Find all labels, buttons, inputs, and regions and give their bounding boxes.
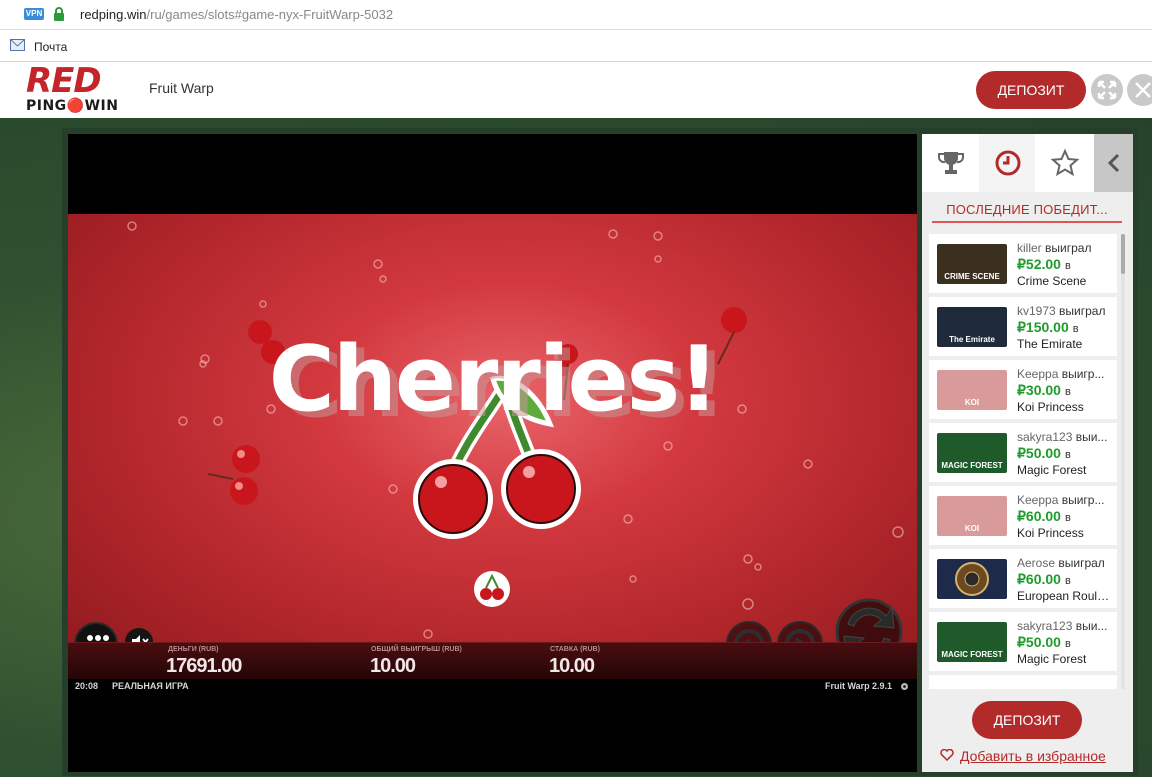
- deposit-button-panel[interactable]: ДЕПОЗИТ: [972, 701, 1082, 739]
- winner-game: Magic Forest: [1017, 652, 1087, 666]
- deposit-button[interactable]: ДЕПОЗИТ: [976, 71, 1086, 109]
- winner-amount: ₽50.00 в: [1017, 445, 1071, 461]
- winner-item[interactable]: KOI Keeppa выигр... ₽60.00 в Koi Princess: [929, 486, 1117, 545]
- browser-address-bar: VPN redping.win/ru/games/slots#game-nyx-…: [0, 0, 1152, 30]
- add-favorite-label: Добавить в избранное: [960, 748, 1106, 764]
- trophy-icon: [938, 152, 964, 174]
- thumb-label: MAGIC FOREST: [941, 461, 1003, 470]
- settings-icon[interactable]: [900, 682, 909, 691]
- thumb-label: MAGIC FOREST: [941, 650, 1003, 659]
- close-icon: [1135, 82, 1151, 98]
- thumb-label: KOI: [964, 398, 980, 407]
- winner-amount: ₽30.00 в: [1017, 382, 1071, 398]
- game-title: Fruit Warp: [149, 80, 214, 96]
- logo-sub-text: PING🔴WIN: [26, 98, 119, 114]
- winner-user: Keeppa выигр...: [1017, 493, 1105, 507]
- url-path: /ru/games/slots#game-nyx-FruitWarp-5032: [146, 7, 394, 22]
- thumb-label: KOI: [964, 524, 980, 533]
- panel-tabs: [922, 134, 1133, 192]
- winner-user: sakyra123 выи...: [1017, 619, 1108, 633]
- game-stage: Cherries!: [68, 214, 917, 679]
- tab-top-wins[interactable]: [922, 134, 978, 192]
- money-label: ДЕНЬГИ (RUB): [168, 646, 219, 653]
- thumb-label: The Emirate: [949, 335, 995, 344]
- winners-list: CRIME SCENE killer выиграл ₽52.00 в Crime…: [929, 234, 1117, 689]
- logo-red-text: RED: [26, 61, 102, 101]
- winner-user: killer выиграл: [1017, 241, 1092, 255]
- game-thumbnail: MAGIC FOREST: [937, 433, 1007, 473]
- winner-user: kv1973 выиграл: [1017, 304, 1106, 318]
- thumb-label: CRIME SCENE: [944, 272, 1000, 281]
- recent-winners-title: ПОСЛЕДНИЕ ПОБЕДИТ...: [932, 202, 1122, 223]
- vpn-badge[interactable]: VPN: [24, 8, 44, 20]
- bet-label: СТАВКА (RUB): [550, 646, 600, 653]
- game-clock: 20:08: [75, 681, 99, 691]
- clock-icon: [995, 150, 1021, 176]
- spin-icon: [837, 600, 838, 601]
- bubbles-decoration: [127, 221, 904, 666]
- winner-game: Koi Princess: [1017, 400, 1084, 414]
- game-mode: РЕАЛЬНАЯ ИГРА: [112, 681, 189, 691]
- logo[interactable]: RED PING🔴WIN: [24, 64, 124, 118]
- winner-amount: ₽52.00 в: [1017, 256, 1071, 272]
- money-value: 17691.00: [166, 655, 242, 677]
- win-banner: Cherries!: [268, 327, 719, 432]
- game-thumbnail: The Emirate: [937, 307, 1007, 347]
- game-thumbnail: MAGIC FOREST: [937, 622, 1007, 662]
- game-name-footer: Fruit Warp: [825, 681, 870, 691]
- total-win-label: ОБЩИЙ ВЫИГРЫШ (RUB): [371, 646, 462, 653]
- winner-item[interactable]: The Emirate kv1973 выиграл ₽150.00 в The …: [929, 297, 1117, 356]
- site-header: RED PING🔴WIN Fruit Warp ДЕПОЗИТ: [0, 62, 1152, 118]
- winner-user: sakyra123 выи...: [1017, 430, 1108, 444]
- game-thumbnail: KOI: [937, 370, 1007, 410]
- winner-item[interactable]: Aerose выиграл ₽60.00 в European Roule...: [929, 549, 1117, 608]
- winner-item[interactable]: MAGIC FOREST sakyra123 выи... ₽50.00 в Ma…: [929, 612, 1117, 671]
- roulette-wheel-icon: [955, 562, 989, 596]
- winner-user: Aerose выиграл: [1017, 556, 1105, 570]
- bet-value: 10.00: [549, 655, 595, 677]
- winner-item[interactable]: CRIME SCENE killer выиграл ₽52.00 в Crime…: [929, 234, 1117, 293]
- collapse-panel-button[interactable]: [1094, 134, 1133, 192]
- winner-amount: ₽50.00 в: [1017, 634, 1071, 650]
- add-favorite-link[interactable]: Добавить в избранное: [940, 748, 1106, 764]
- winners-scrollbar[interactable]: [1121, 234, 1125, 689]
- heart-icon: [940, 748, 954, 762]
- winner-amount: ₽150.00 в: [1017, 319, 1079, 335]
- star-icon: [1050, 148, 1080, 177]
- chevron-left-icon: [1107, 153, 1120, 173]
- url-field[interactable]: redping.win/ru/games/slots#game-nyx-Frui…: [80, 7, 393, 22]
- fullscreen-button[interactable]: [1091, 74, 1123, 106]
- expand-icon: [1097, 80, 1117, 100]
- winner-game: Magic Forest: [1017, 463, 1087, 477]
- winner-item[interactable]: [929, 675, 1117, 689]
- winner-amount: ₽60.00 в: [1017, 508, 1071, 524]
- url-domain: redping.win: [80, 7, 147, 22]
- game-thumbnail: CRIME SCENE: [937, 244, 1007, 284]
- game-thumbnail: [937, 559, 1007, 599]
- side-panel: ПОСЛЕДНИЕ ПОБЕДИТ... CRIME SCENE killer …: [922, 134, 1133, 772]
- tab-recent-wins[interactable]: [979, 134, 1035, 192]
- winner-item[interactable]: KOI Keeppa выигр... ₽30.00 в Koi Princess: [929, 360, 1117, 419]
- winner-user: Keeppa выигр...: [1017, 367, 1105, 381]
- tab-favorites[interactable]: [1036, 134, 1092, 192]
- mail-icon: [10, 39, 25, 51]
- game-thumbnail: KOI: [937, 496, 1007, 536]
- close-button[interactable]: [1127, 74, 1152, 106]
- game-footer: 20:08 РЕАЛЬНАЯ ИГРА Fruit Warp 2.9.1: [68, 679, 917, 693]
- winner-amount: ₽60.00 в: [1017, 571, 1071, 587]
- winner-game: European Roule...: [1017, 589, 1113, 603]
- total-win-value: 10.00: [370, 655, 416, 677]
- bookmarks-bar: Почта: [0, 30, 1152, 62]
- game-canvas[interactable]: Cherries! 1 ДЕНЬГИ (R: [68, 134, 917, 772]
- winner-game: Koi Princess: [1017, 526, 1084, 540]
- game-info-bar: ДЕНЬГИ (RUB) 17691.00 ОБЩИЙ ВЫИГРЫШ (RUB…: [68, 642, 917, 679]
- lock-icon: [54, 7, 64, 21]
- winners-scroll-thumb[interactable]: [1121, 234, 1125, 274]
- winner-game: The Emirate: [1017, 337, 1083, 351]
- winner-game: Crime Scene: [1017, 274, 1087, 288]
- game-version: 2.9.1: [872, 681, 893, 691]
- bookmark-mail[interactable]: Почта: [34, 40, 67, 54]
- winner-item[interactable]: MAGIC FOREST sakyra123 выи... ₽50.00 в Ma…: [929, 423, 1117, 482]
